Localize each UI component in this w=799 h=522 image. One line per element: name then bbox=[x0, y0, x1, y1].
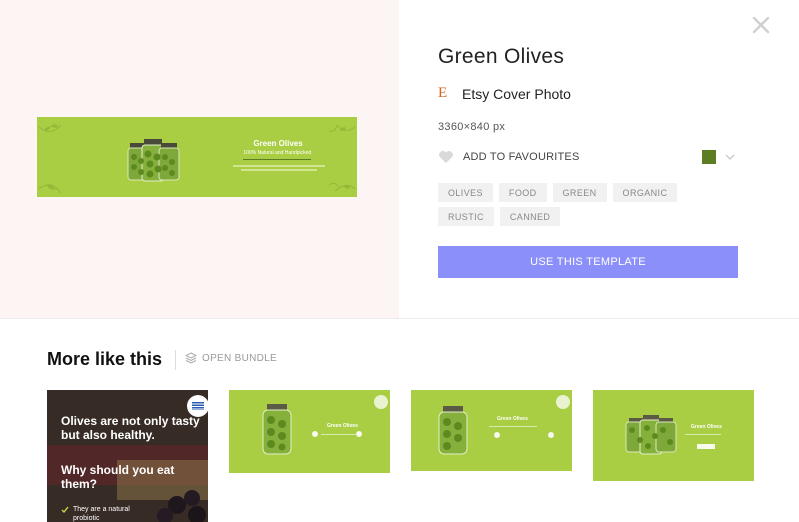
template-preview-banner: Green Olives 100% Natural and Handpicked… bbox=[37, 117, 357, 197]
template-detail: Green Olives 100% Natural and Handpicked… bbox=[0, 0, 799, 318]
etsy-icon: E bbox=[438, 85, 448, 101]
thumb-bullet: They are a natural probiotic bbox=[73, 506, 130, 522]
checkmark-icon bbox=[61, 506, 69, 514]
template-title: Green Olives bbox=[438, 45, 565, 68]
template-dimensions: 3360×840 px bbox=[438, 121, 506, 133]
olive-jar-illustration bbox=[438, 406, 554, 455]
banner-subtitle: 100% Natural and Handpicked. bbox=[243, 150, 313, 156]
template-type: E Etsy Cover Photo bbox=[438, 85, 571, 102]
tag-green[interactable]: GREEN bbox=[552, 183, 607, 202]
thumb-title: Green Olives bbox=[497, 416, 528, 422]
related-template-thumb[interactable]: Green Olives bbox=[229, 390, 390, 473]
related-template-thumb[interactable]: Green Olives bbox=[593, 390, 754, 481]
layers-icon bbox=[185, 352, 197, 364]
favourites-label: ADD TO FAVOURITES bbox=[463, 151, 580, 163]
open-bundle-label: OPEN BUNDLE bbox=[202, 352, 277, 364]
olive-photo-background bbox=[47, 390, 208, 522]
preview-pane: Green Olives 100% Natural and Handpicked… bbox=[0, 0, 399, 318]
banner-placeholder-text bbox=[233, 165, 325, 167]
banner-placeholder-text bbox=[241, 169, 317, 171]
olive-branch-decoration bbox=[38, 124, 356, 194]
tag-organic[interactable]: ORGANIC bbox=[612, 183, 678, 202]
related-template-thumb[interactable]: Green Olives bbox=[411, 390, 572, 471]
heading-separator bbox=[175, 350, 176, 370]
banner-divider bbox=[243, 159, 311, 160]
tag-list: OLIVES FOOD GREEN ORGANIC RUSTIC CANNED bbox=[438, 183, 738, 226]
tag-canned[interactable]: CANNED bbox=[499, 207, 561, 226]
thumb-divider bbox=[685, 434, 721, 435]
color-picker[interactable] bbox=[702, 150, 736, 164]
close-icon[interactable] bbox=[750, 14, 772, 36]
tag-olives[interactable]: OLIVES bbox=[438, 183, 493, 202]
olive-jar-illustration bbox=[625, 415, 715, 455]
olive-jar-illustration bbox=[262, 404, 362, 455]
heart-icon bbox=[439, 151, 453, 163]
template-type-label: Etsy Cover Photo bbox=[462, 85, 571, 102]
color-swatch bbox=[702, 150, 716, 164]
chevron-down-icon bbox=[725, 154, 735, 160]
thumb-divider bbox=[321, 434, 357, 435]
info-pane: Green Olives E Etsy Cover Photo 3360×840… bbox=[399, 0, 799, 318]
more-like-this-heading: More like this bbox=[47, 349, 163, 369]
related-template-thumb[interactable]: Olives are not only tasty but also healt… bbox=[47, 390, 208, 522]
thumb-subheadline: Why should you eat them? bbox=[61, 463, 175, 491]
thumb-divider bbox=[489, 426, 537, 427]
thumb-headline: Olives are not only tasty but also healt… bbox=[61, 414, 200, 442]
use-template-button[interactable]: USE THIS TEMPLATE bbox=[438, 246, 738, 278]
tag-food[interactable]: FOOD bbox=[498, 183, 547, 202]
thumb-title: Green Olives bbox=[327, 423, 358, 429]
add-to-favourites-button[interactable]: ADD TO FAVOURITES bbox=[438, 150, 579, 164]
tag-rustic[interactable]: RUSTIC bbox=[438, 207, 494, 226]
section-divider bbox=[0, 318, 799, 319]
banner-title: Green Olives bbox=[253, 139, 303, 148]
thumb-title: Green Olives bbox=[691, 424, 722, 430]
olive-jar-illustration bbox=[127, 139, 180, 182]
open-bundle-button[interactable]: OPEN BUNDLE bbox=[185, 352, 277, 364]
